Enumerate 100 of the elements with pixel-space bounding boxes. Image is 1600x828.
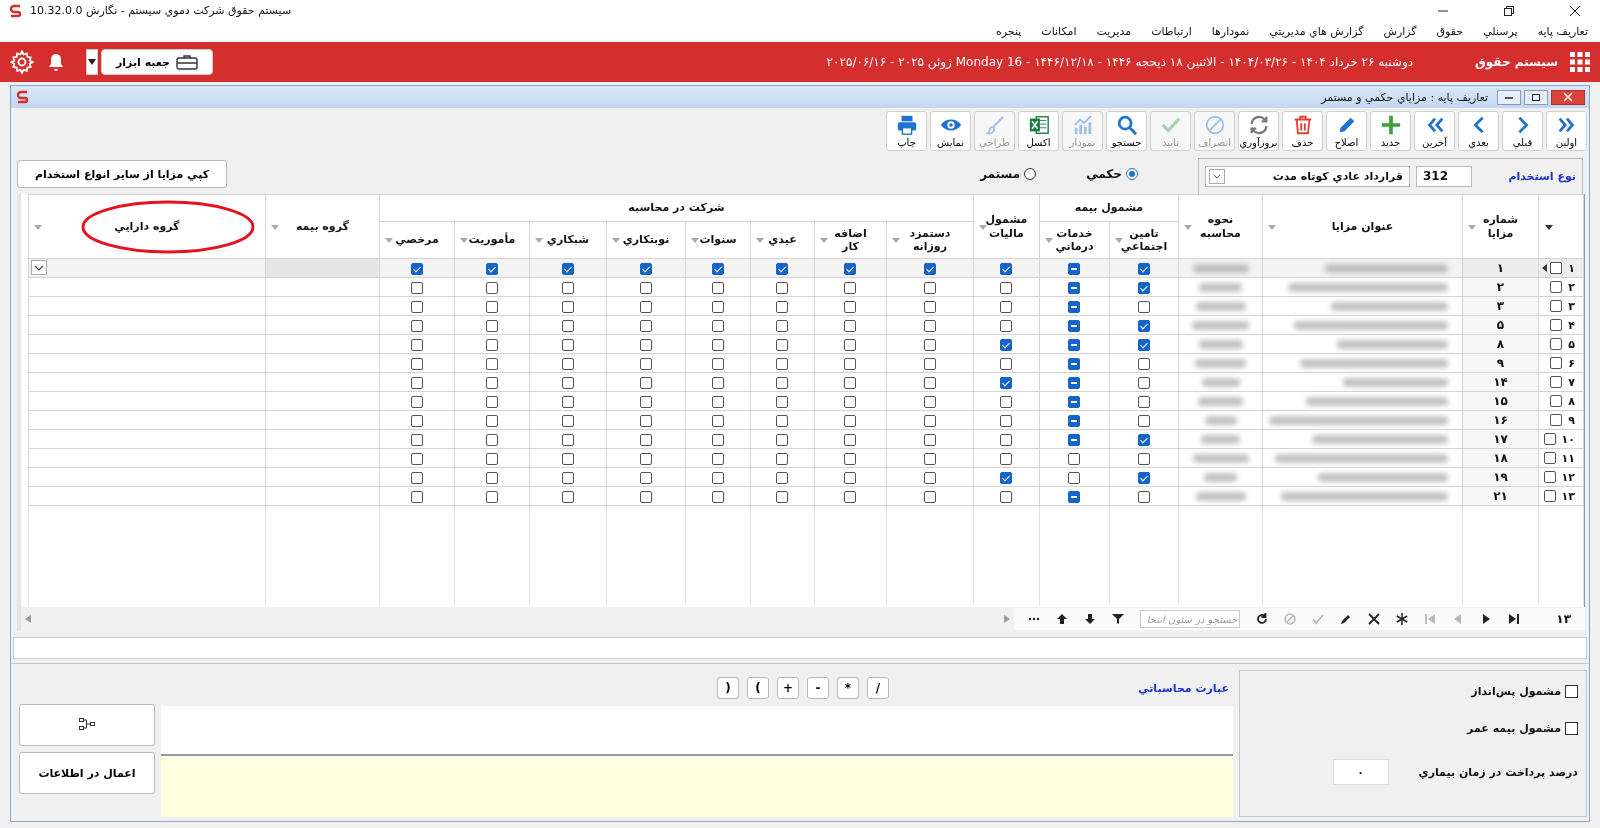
checkbox[interactable] (1550, 395, 1563, 407)
checkbox[interactable] (562, 357, 574, 370)
checkbox[interactable] (562, 319, 574, 332)
table-row[interactable]: ۳ ۳ (28, 296, 1584, 316)
checkbox[interactable] (1068, 338, 1081, 351)
checkbox[interactable] (924, 395, 936, 408)
checkbox[interactable] (486, 338, 498, 351)
checkbox[interactable] (712, 300, 724, 313)
radio-option[interactable]: مستمر (980, 167, 1037, 181)
checkbox[interactable] (1138, 490, 1150, 503)
checkbox[interactable] (486, 433, 498, 446)
checkbox[interactable] (844, 376, 857, 389)
checkbox[interactable] (562, 395, 574, 408)
checkbox[interactable] (562, 490, 574, 503)
checkbox[interactable] (562, 452, 574, 465)
checkbox[interactable] (1000, 300, 1013, 313)
checkbox[interactable] (562, 471, 574, 484)
menu-item[interactable]: پنجره (996, 25, 1022, 38)
checkbox[interactable] (712, 319, 724, 332)
table-row[interactable]: ۲ ۲ (28, 277, 1584, 297)
checkbox[interactable] (1550, 281, 1563, 293)
checkbox[interactable] (1550, 262, 1563, 274)
checkbox[interactable] (844, 319, 857, 332)
asterisk-icon[interactable] (1396, 613, 1409, 625)
checkbox[interactable] (1550, 300, 1563, 312)
menu-item[interactable]: نمودارها (1211, 25, 1250, 38)
apply-button[interactable]: اعمال در اطلاعات (19, 752, 155, 794)
column-header[interactable]: گروه دارايي (114, 219, 180, 234)
checkbox[interactable] (924, 376, 936, 389)
checkbox[interactable] (1000, 490, 1013, 503)
checkbox[interactable] (1138, 414, 1150, 427)
checkbox[interactable] (562, 338, 574, 351)
restore-button[interactable] (1524, 89, 1548, 105)
checkbox[interactable] (1543, 490, 1556, 502)
checkbox[interactable] (640, 490, 652, 503)
close-icon[interactable] (1368, 613, 1381, 625)
checkbox[interactable] (712, 262, 724, 275)
table-row[interactable]: ۱۲ ۱۹ (28, 467, 1584, 487)
checkbox[interactable] (712, 338, 724, 351)
checkbox[interactable] (410, 433, 423, 446)
checkbox[interactable] (640, 395, 652, 408)
checkbox[interactable] (1138, 433, 1150, 446)
checkbox[interactable] (1550, 338, 1563, 350)
checkbox[interactable] (1000, 319, 1013, 332)
checkbox[interactable] (1000, 281, 1013, 294)
checkbox[interactable] (410, 357, 423, 370)
table-row[interactable]: ۵ ۸ (28, 334, 1584, 354)
toolbar-button[interactable]: اکسل (1018, 111, 1059, 151)
menu-item[interactable]: گزارش هاي مديريتي (1269, 25, 1364, 38)
checkbox[interactable] (1138, 357, 1150, 370)
checkbox[interactable] (1138, 471, 1150, 484)
checkbox[interactable] (486, 262, 498, 275)
checkbox[interactable] (712, 357, 724, 370)
table-row[interactable]: ۱۳ ۲۱ (28, 486, 1584, 506)
checkbox[interactable] (844, 262, 857, 275)
checkbox[interactable] (844, 338, 857, 351)
bell-icon[interactable] (46, 52, 66, 72)
search-field[interactable]: جستجو در ستون انتخا (1140, 610, 1241, 628)
checkbox[interactable] (1138, 338, 1150, 351)
checkbox[interactable] (776, 395, 789, 408)
checkbox[interactable] (640, 262, 652, 275)
menu-item[interactable]: امکانات (1041, 25, 1077, 38)
column-header[interactable]: عيدي (768, 233, 797, 247)
checkbox[interactable] (1068, 319, 1081, 332)
column-header[interactable]: عنوان مزايا (1331, 219, 1394, 234)
checkbox[interactable] (486, 357, 498, 370)
dropdown-button[interactable] (86, 49, 98, 75)
checkbox[interactable] (776, 490, 789, 503)
table-row[interactable]: ۸ ۱۵ (28, 391, 1584, 411)
toolbar-button[interactable]: نمايش (930, 111, 971, 151)
checkbox[interactable] (1000, 452, 1013, 465)
checkbox[interactable] (410, 281, 423, 294)
checkbox[interactable] (1550, 414, 1563, 426)
arrow-down-icon[interactable] (1084, 613, 1097, 625)
checkbox[interactable] (712, 471, 724, 484)
checkbox[interactable] (1550, 376, 1563, 388)
checkbox[interactable] (1068, 414, 1081, 427)
checkbox[interactable] (1068, 395, 1081, 408)
skip-end-icon[interactable] (1508, 613, 1521, 625)
checkbox[interactable] (1000, 262, 1013, 275)
checkbox[interactable] (486, 376, 498, 389)
operator-button[interactable]: ( (747, 677, 769, 699)
checkbox[interactable] (640, 300, 652, 313)
checkbox[interactable] (1068, 376, 1081, 389)
refresh-icon[interactable] (1256, 613, 1269, 625)
pencil-icon[interactable] (1340, 613, 1353, 625)
checkbox[interactable] (776, 262, 789, 275)
checkbox[interactable] (776, 281, 789, 294)
table-row[interactable]: ۷ ۱۴ (28, 372, 1584, 392)
checkbox[interactable] (1068, 357, 1081, 370)
checkbox[interactable] (844, 357, 857, 370)
checkbox[interactable] (1138, 395, 1150, 408)
checkbox[interactable] (844, 471, 857, 484)
checkbox[interactable] (486, 281, 498, 294)
checkbox[interactable] (776, 319, 789, 332)
toolbox-button[interactable]: جعبه ابزار (101, 49, 213, 75)
checkbox[interactable] (410, 490, 423, 503)
checkbox[interactable] (924, 262, 936, 275)
expression-field[interactable] (161, 706, 1233, 756)
checkbox[interactable] (562, 300, 574, 313)
